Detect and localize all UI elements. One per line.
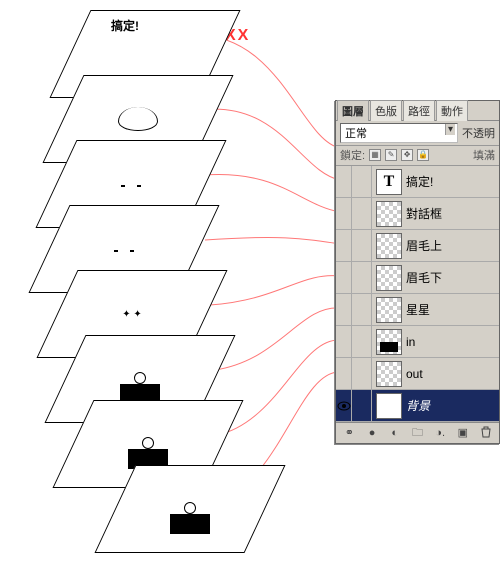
- adjust-icon[interactable]: ◑.: [432, 426, 448, 440]
- visibility-toggle[interactable]: [336, 358, 352, 389]
- layer-thumb: [376, 297, 402, 323]
- mask-icon[interactable]: ◐: [387, 426, 403, 440]
- figure-doodle: [170, 514, 210, 534]
- blend-mode-select[interactable]: 正常: [340, 123, 458, 143]
- fill-label: 填滿: [473, 147, 495, 163]
- layer-row[interactable]: 星星: [336, 294, 499, 326]
- sheet-0-label: 搞定!: [111, 17, 139, 34]
- eyebrows-doodle: [108, 243, 140, 255]
- new-layer-icon[interactable]: ▣: [455, 426, 471, 440]
- link-toggle[interactable]: [356, 390, 372, 421]
- tab-actions[interactable]: 動作: [436, 100, 468, 121]
- visibility-toggle[interactable]: [336, 294, 352, 325]
- link-toggle[interactable]: [356, 198, 372, 229]
- fx-icon[interactable]: ●: [364, 426, 380, 440]
- opacity-label: 不透明: [462, 125, 495, 141]
- layer-row[interactable]: 眉毛下: [336, 262, 499, 294]
- layers-panel: 圖層 色版 路徑 動作 正常 不透明 鎖定: ▦ ✎ ✥ 🔒 填滿 T 搞定! …: [335, 100, 500, 444]
- link-toggle[interactable]: [356, 294, 372, 325]
- stars-doodle: ✦ ✦: [122, 308, 142, 320]
- lock-move-icon[interactable]: ✥: [401, 149, 413, 161]
- sheet-7: [94, 465, 285, 553]
- visibility-toggle[interactable]: [336, 198, 352, 229]
- layer-name: 眉毛上: [406, 237, 495, 254]
- visibility-toggle[interactable]: [336, 326, 352, 357]
- layer-thumb: [376, 361, 402, 387]
- panel-footer: ⚭ ● ◐ 🗀 ◑. ▣: [336, 422, 499, 443]
- layer-name: 搞定!: [406, 173, 495, 190]
- eye-icon: [337, 401, 351, 411]
- visibility-toggle[interactable]: [336, 166, 352, 197]
- visibility-toggle[interactable]: [336, 390, 352, 421]
- layer-row[interactable]: 背景: [336, 390, 499, 422]
- link-toggle[interactable]: [356, 166, 372, 197]
- lock-transparency-icon[interactable]: ▦: [369, 149, 381, 161]
- layer-row[interactable]: T 搞定!: [336, 166, 499, 198]
- trash-icon[interactable]: [478, 426, 494, 440]
- link-toggle[interactable]: [356, 326, 372, 357]
- visibility-toggle[interactable]: [336, 230, 352, 261]
- visibility-toggle[interactable]: [336, 262, 352, 293]
- lock-paint-icon[interactable]: ✎: [385, 149, 397, 161]
- layer-row[interactable]: 對話框: [336, 198, 499, 230]
- layer-list: T 搞定! 對話框 眉毛上 眉毛下 星星: [336, 166, 499, 422]
- tab-channels[interactable]: 色版: [370, 100, 402, 121]
- link-toggle[interactable]: [356, 262, 372, 293]
- folder-icon[interactable]: 🗀: [409, 426, 425, 440]
- layer-thumb: [376, 233, 402, 259]
- bubble-doodle: [118, 107, 158, 131]
- layer-row[interactable]: out: [336, 358, 499, 390]
- lock-row: 鎖定: ▦ ✎ ✥ 🔒 填滿: [336, 146, 499, 166]
- link-icon[interactable]: ⚭: [341, 426, 357, 440]
- layer-thumb: [376, 201, 402, 227]
- layer-row[interactable]: in: [336, 326, 499, 358]
- lock-label: 鎖定:: [340, 147, 365, 163]
- link-toggle[interactable]: [356, 358, 372, 389]
- lock-all-icon[interactable]: 🔒: [417, 149, 429, 161]
- link-toggle[interactable]: [356, 230, 372, 261]
- tab-layers[interactable]: 圖層: [337, 100, 369, 121]
- layer-name: out: [406, 367, 495, 381]
- panel-tabs: 圖層 色版 路徑 動作: [336, 101, 499, 121]
- layer-name: 對話框: [406, 205, 495, 222]
- blend-mode-row: 正常 不透明: [336, 121, 499, 146]
- layer-name: 星星: [406, 301, 495, 318]
- layer-thumb: [376, 393, 402, 419]
- eyebrows-doodle: [115, 178, 147, 190]
- layer-name: 背景: [406, 397, 495, 414]
- layer-row[interactable]: 眉毛上: [336, 230, 499, 262]
- layer-thumb: [376, 265, 402, 291]
- layer-thumb-text: T: [376, 169, 402, 195]
- layer-name: 眉毛下: [406, 269, 495, 286]
- layer-name: in: [406, 335, 495, 349]
- layer-thumb: [376, 329, 402, 355]
- tab-paths[interactable]: 路徑: [403, 100, 435, 121]
